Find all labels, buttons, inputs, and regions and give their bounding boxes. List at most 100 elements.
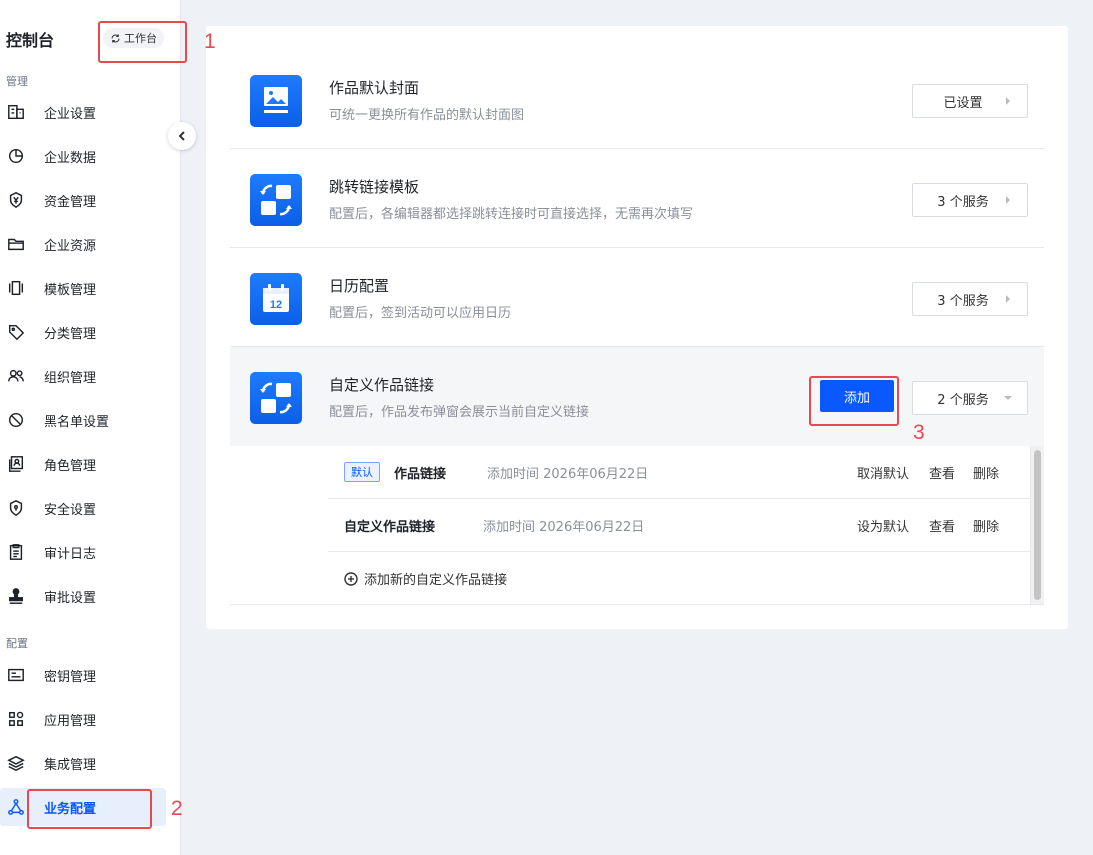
sidebar-item-label: 应用管理	[44, 713, 97, 729]
list-item: 默认 作品链接 添加时间 2026年06月22日 取消默认 查看 删除	[328, 446, 1030, 499]
default-cover-select[interactable]: 已设置	[912, 84, 1028, 118]
link-name: 自定义作品链接	[344, 520, 436, 535]
sidebar-item-label: 密钥管理	[44, 669, 97, 685]
setting-description: 配置后，作品发布弹窗会展示当前自定义链接	[329, 405, 590, 420]
sidebar-item-funds[interactable]: 资金管理	[0, 181, 166, 219]
sidebar-item-organization[interactable]: 组织管理	[0, 357, 166, 395]
link-name: 作品链接	[394, 467, 447, 482]
setting-row-link-template: 跳转链接模板 配置后，各编辑器都选择跳转连接时可直接选择，无需再次填写 3 个服…	[230, 149, 1044, 248]
custom-link-list: 默认 作品链接 添加时间 2026年06月22日 取消默认 查看 删除 自定义作…	[328, 446, 1030, 605]
collapse-sidebar-button[interactable]	[168, 122, 196, 150]
list-scrollbar[interactable]	[1030, 446, 1044, 605]
setting-title: 自定义作品链接	[329, 376, 435, 394]
calendar-select[interactable]: 3 个服务	[912, 282, 1028, 316]
sidebar-item-label: 集成管理	[44, 757, 97, 773]
select-value: 已设置	[943, 95, 983, 111]
group-label-manage: 管理	[6, 75, 28, 88]
sidebar-item-categories[interactable]: 分类管理	[0, 313, 166, 351]
sidebar-item-security[interactable]: 安全设置	[0, 489, 166, 527]
add-new-custom-link[interactable]: 添加新的自定义作品链接	[344, 569, 507, 588]
view-link[interactable]: 查看	[929, 516, 955, 535]
delete-link[interactable]: 删除	[973, 516, 999, 535]
sidebar: 控制台 工作台 管理 企业设置 企业数据 资金管理 企业资源 模板管理 分类管理…	[0, 0, 181, 855]
chevron-left-icon	[178, 131, 185, 141]
calendar-day-number: 12	[270, 299, 282, 311]
sidebar-item-label: 安全设置	[44, 502, 97, 518]
sidebar-item-label: 审计日志	[44, 546, 97, 562]
plus-circle-icon	[344, 571, 358, 586]
annotation-number-2: 2	[171, 797, 183, 820]
list-item: 自定义作品链接 添加时间 2026年06月22日 设为默认 查看 删除	[328, 499, 1030, 552]
block-icon	[6, 410, 26, 430]
setting-title: 日历配置	[329, 277, 390, 295]
sidebar-item-label: 企业数据	[44, 150, 97, 166]
setting-description: 可统一更换所有作品的默认封面图	[329, 108, 525, 123]
default-badge: 默认	[344, 462, 380, 482]
added-time: 添加时间 2026年06月22日	[487, 467, 649, 482]
unset-default-link[interactable]: 取消默认	[857, 463, 909, 482]
set-default-link[interactable]: 设为默认	[857, 516, 909, 535]
sidebar-item-label: 组织管理	[44, 370, 97, 386]
delete-link[interactable]: 删除	[973, 463, 999, 482]
image-icon	[250, 75, 302, 127]
annotation-box-3	[809, 376, 899, 426]
select-value: 3 个服务	[937, 293, 989, 309]
setting-description: 配置后，各编辑器都选择跳转连接时可直接选择，无需再次填写	[329, 207, 694, 222]
layers-icon	[6, 753, 26, 773]
stamp-icon	[6, 586, 26, 606]
flow-icon	[6, 797, 26, 817]
scrollbar-thumb[interactable]	[1034, 450, 1041, 600]
sidebar-item-audit-log[interactable]: 审计日志	[0, 533, 166, 571]
link-switch-icon	[250, 372, 302, 424]
setting-row-calendar: 12 日历配置 配置后，签到活动可以应用日历 3 个服务	[230, 248, 1044, 347]
key-card-icon	[6, 665, 26, 685]
added-time: 添加时间 2026年06月22日	[483, 520, 645, 535]
users-icon	[6, 366, 26, 386]
pie-chart-icon	[6, 146, 26, 166]
apps-icon	[6, 709, 26, 729]
sidebar-item-blacklist[interactable]: 黑名单设置	[0, 401, 166, 439]
shield-icon	[6, 498, 26, 518]
sidebar-item-label: 角色管理	[44, 458, 97, 474]
sidebar-item-enterprise-data[interactable]: 企业数据	[0, 137, 166, 175]
custom-link-select[interactable]: 2 个服务	[912, 381, 1028, 415]
log-icon	[6, 542, 26, 562]
sidebar-item-label: 模板管理	[44, 282, 97, 298]
chevron-right-icon	[1006, 196, 1010, 204]
group-label-config: 配置	[6, 637, 28, 650]
sidebar-item-label: 审批设置	[44, 590, 97, 606]
sidebar-item-roles[interactable]: 角色管理	[0, 445, 166, 483]
view-link[interactable]: 查看	[929, 463, 955, 482]
setting-description: 配置后，签到活动可以应用日历	[329, 306, 512, 321]
sidebar-item-label: 企业资源	[44, 238, 97, 254]
sidebar-item-label: 资金管理	[44, 194, 97, 210]
link-switch-icon	[250, 174, 302, 226]
divider	[230, 604, 1044, 605]
chevron-right-icon	[1006, 295, 1010, 303]
chevron-down-icon	[1004, 396, 1012, 400]
template-icon	[6, 278, 26, 298]
console-title: 控制台	[6, 31, 55, 50]
setting-title: 作品默认封面	[329, 79, 420, 97]
sidebar-item-label: 企业设置	[44, 106, 97, 122]
select-value: 2 个服务	[937, 392, 989, 408]
sidebar-item-resources[interactable]: 企业资源	[0, 225, 166, 263]
sidebar-item-enterprise-settings[interactable]: 企业设置	[0, 93, 166, 131]
setting-row-default-cover: 作品默认封面 可统一更换所有作品的默认封面图 已设置	[230, 50, 1044, 149]
sidebar-item-label: 分类管理	[44, 326, 97, 342]
annotation-number-3: 3	[913, 421, 925, 444]
annotation-number-1: 1	[204, 30, 216, 53]
chevron-right-icon	[1006, 97, 1010, 105]
sidebar-item-integrations[interactable]: 集成管理	[0, 744, 166, 782]
link-template-select[interactable]: 3 个服务	[912, 183, 1028, 217]
sidebar-item-apps[interactable]: 应用管理	[0, 700, 166, 738]
annotation-box-1	[98, 21, 187, 63]
sidebar-item-keys[interactable]: 密钥管理	[0, 656, 166, 694]
role-icon	[6, 454, 26, 474]
sidebar-item-templates[interactable]: 模板管理	[0, 269, 166, 307]
folder-icon	[6, 234, 26, 254]
tag-icon	[6, 322, 26, 342]
building-icon	[6, 102, 26, 122]
sidebar-item-approval[interactable]: 审批设置	[0, 577, 166, 615]
sidebar-item-label: 黑名单设置	[44, 414, 110, 430]
